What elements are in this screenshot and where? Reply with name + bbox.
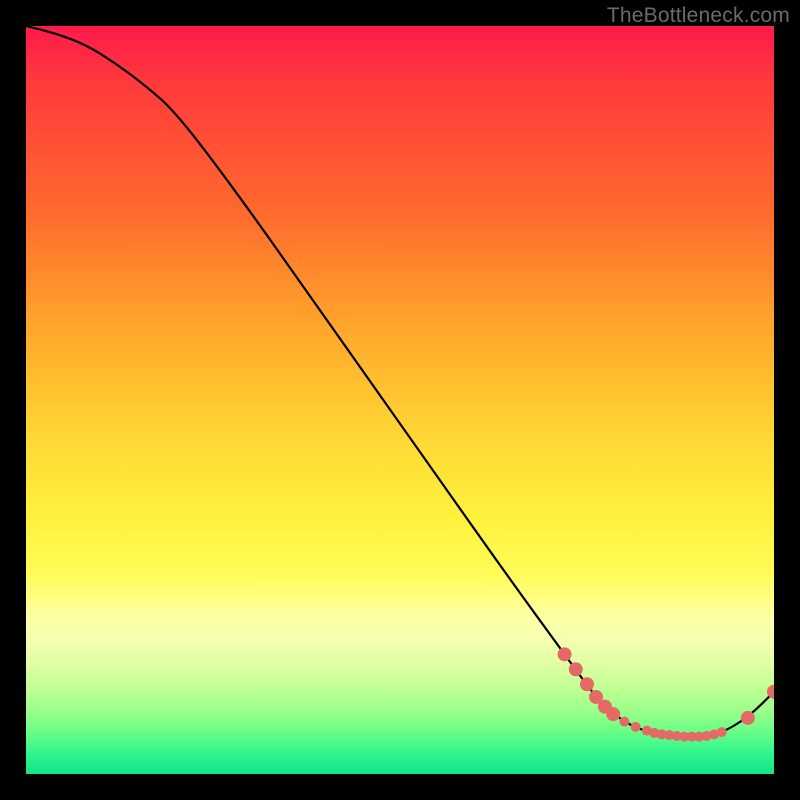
watermark-text: TheBottleneck.com xyxy=(607,4,790,28)
chart-stage: TheBottleneck.com xyxy=(0,0,800,800)
data-marker xyxy=(606,707,620,721)
chart-svg xyxy=(26,26,774,774)
data-marker xyxy=(558,647,572,661)
data-marker xyxy=(631,722,641,732)
chart-markers xyxy=(558,647,774,741)
chart-plot-area xyxy=(26,26,774,774)
data-marker xyxy=(619,717,629,727)
data-marker xyxy=(569,662,583,676)
curve-path xyxy=(26,26,774,737)
data-marker xyxy=(741,711,755,725)
data-marker xyxy=(717,727,727,737)
chart-curve xyxy=(26,26,774,737)
data-marker xyxy=(580,677,594,691)
